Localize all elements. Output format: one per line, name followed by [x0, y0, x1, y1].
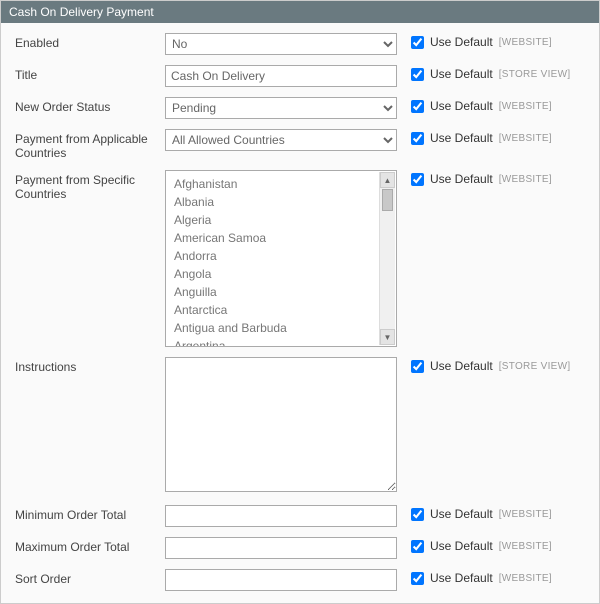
scroll-down-button[interactable]: ▼	[380, 329, 395, 345]
country-option[interactable]: Angola	[166, 265, 396, 283]
use-default-label: Use Default	[430, 67, 493, 81]
row-min-order-total: Minimum Order Total Use Default [WEBSITE…	[5, 505, 595, 527]
max-order-total-input[interactable]	[165, 537, 397, 559]
label-min-order-total: Minimum Order Total	[5, 505, 165, 522]
allow-countries-use-default-checkbox[interactable]	[411, 132, 424, 145]
use-default-label: Use Default	[430, 539, 493, 553]
allow-countries-select[interactable]: All Allowed Countries	[165, 129, 397, 151]
sort-order-use-default-checkbox[interactable]	[411, 572, 424, 585]
row-allow-countries: Payment from Applicable Countries All Al…	[5, 129, 595, 160]
min-order-total-input[interactable]	[165, 505, 397, 527]
use-default-label: Use Default	[430, 35, 493, 49]
row-sort-order: Sort Order Use Default [WEBSITE]	[5, 569, 595, 591]
title-use-default-checkbox[interactable]	[411, 68, 424, 81]
new-order-status-use-default-checkbox[interactable]	[411, 100, 424, 113]
title-input[interactable]	[165, 65, 397, 87]
country-option[interactable]: Andorra	[166, 247, 396, 265]
label-max-order-total: Maximum Order Total	[5, 537, 165, 554]
min-order-total-use-default-checkbox[interactable]	[411, 508, 424, 521]
scope-tag: [STORE VIEW]	[499, 361, 571, 372]
country-option[interactable]: Albania	[166, 193, 396, 211]
country-option[interactable]: Algeria	[166, 211, 396, 229]
row-new-order-status: New Order Status Pending Use Default [WE…	[5, 97, 595, 119]
country-option[interactable]: Antigua and Barbuda	[166, 319, 396, 337]
scope-tag: [WEBSITE]	[499, 133, 552, 144]
panel-title: Cash On Delivery Payment	[9, 5, 154, 19]
use-default-label: Use Default	[430, 172, 493, 186]
use-default-label: Use Default	[430, 131, 493, 145]
scrollbar[interactable]: ▲ ▼	[379, 172, 395, 345]
use-default-label: Use Default	[430, 507, 493, 521]
row-specific-countries: Payment from Specific Countries Afghanis…	[5, 170, 595, 347]
enabled-use-default-checkbox[interactable]	[411, 36, 424, 49]
instructions-textarea[interactable]	[165, 357, 397, 492]
row-title: Title Use Default [STORE VIEW]	[5, 65, 595, 87]
scroll-up-button[interactable]: ▲	[380, 172, 395, 188]
scroll-track[interactable]	[380, 189, 395, 328]
row-instructions: Instructions Use Default [STORE VIEW]	[5, 357, 595, 495]
use-default-label: Use Default	[430, 571, 493, 585]
scroll-thumb[interactable]	[382, 189, 393, 211]
enabled-select[interactable]: No	[165, 33, 397, 55]
scope-tag: [WEBSITE]	[499, 174, 552, 185]
max-order-total-use-default-checkbox[interactable]	[411, 540, 424, 553]
label-enabled: Enabled	[5, 33, 165, 50]
country-option[interactable]: Antarctica	[166, 301, 396, 319]
country-option[interactable]: Argentina	[166, 337, 396, 346]
use-default-label: Use Default	[430, 359, 493, 373]
specific-countries-multiselect[interactable]: AfghanistanAlbaniaAlgeriaAmerican SamoaA…	[165, 170, 397, 347]
panel-header: Cash On Delivery Payment	[1, 1, 599, 23]
label-title: Title	[5, 65, 165, 82]
row-max-order-total: Maximum Order Total Use Default [WEBSITE…	[5, 537, 595, 559]
use-default-label: Use Default	[430, 99, 493, 113]
label-instructions: Instructions	[5, 357, 165, 374]
config-panel: Cash On Delivery Payment Enabled No Use …	[0, 0, 600, 604]
row-enabled: Enabled No Use Default [WEBSITE]	[5, 33, 595, 55]
scope-tag: [WEBSITE]	[499, 573, 552, 584]
specific-countries-use-default-checkbox[interactable]	[411, 173, 424, 186]
country-option[interactable]: Anguilla	[166, 283, 396, 301]
sort-order-input[interactable]	[165, 569, 397, 591]
country-option[interactable]: Afghanistan	[166, 175, 396, 193]
scope-tag: [STORE VIEW]	[499, 69, 571, 80]
label-specific-countries: Payment from Specific Countries	[5, 170, 165, 201]
scope-tag: [WEBSITE]	[499, 541, 552, 552]
new-order-status-select[interactable]: Pending	[165, 97, 397, 119]
label-allow-countries: Payment from Applicable Countries	[5, 129, 165, 160]
label-new-order-status: New Order Status	[5, 97, 165, 114]
scope-tag: [WEBSITE]	[499, 101, 552, 112]
scope-tag: [WEBSITE]	[499, 37, 552, 48]
panel-body: Enabled No Use Default [WEBSITE] Title U…	[1, 23, 599, 603]
scope-tag: [WEBSITE]	[499, 509, 552, 520]
instructions-use-default-checkbox[interactable]	[411, 360, 424, 373]
country-option[interactable]: American Samoa	[166, 229, 396, 247]
